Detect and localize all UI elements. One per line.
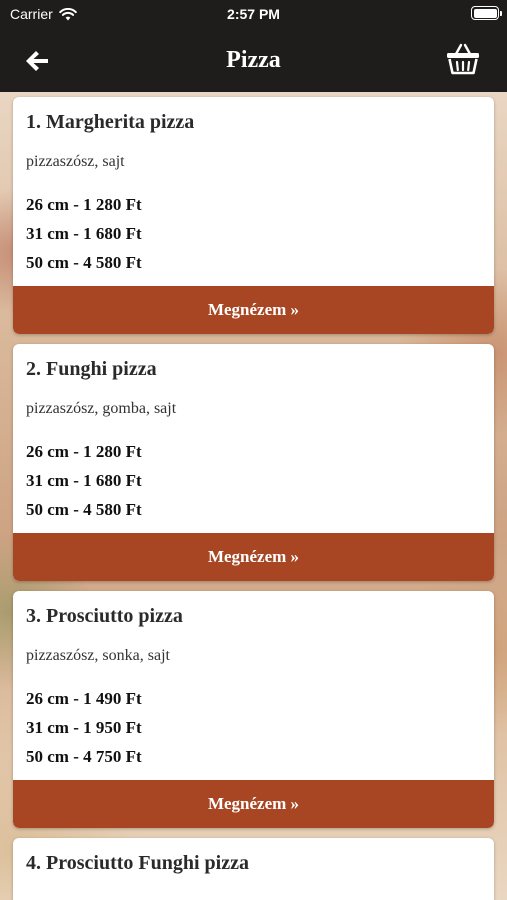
page-title: Pizza	[226, 47, 281, 73]
price-medium: 31 cm - 1 680 Ft	[26, 471, 142, 490]
price-large: 50 cm - 4 580 Ft	[26, 253, 142, 272]
price-large: 50 cm - 4 580 Ft	[26, 500, 142, 519]
pizza-card: 1. Margherita pizza pizzaszósz, sajt 26 …	[13, 97, 494, 334]
price-large: 50 cm - 4 750 Ft	[26, 747, 142, 766]
price-small: 26 cm - 1 280 Ft	[26, 195, 142, 214]
basket-icon	[447, 43, 479, 75]
pizza-title: 1. Margherita pizza	[26, 111, 195, 133]
price-small: 26 cm - 1 490 Ft	[26, 689, 142, 708]
pizza-ingredients: pizzaszósz, sajt	[26, 153, 125, 170]
pizza-title: 4. Prosciutto Funghi pizza	[26, 852, 249, 874]
pizza-card: 3. Prosciutto pizza pizzaszósz, sonka, s…	[13, 591, 494, 828]
pizza-ingredients: pizzaszósz, gomba, sajt	[26, 400, 177, 417]
pizza-card: 4. Prosciutto Funghi pizza	[13, 838, 494, 900]
status-bar: Carrier 2:57 PM	[0, 0, 507, 30]
menu-list[interactable]: 1. Margherita pizza pizzaszósz, sajt 26 …	[0, 92, 507, 900]
status-time: 2:57 PM	[227, 6, 280, 22]
pizza-title: 3. Prosciutto pizza	[26, 605, 183, 627]
view-button[interactable]: Megnézem »	[13, 533, 494, 581]
view-button[interactable]: Megnézem »	[13, 780, 494, 828]
pizza-ingredients: pizzaszósz, sonka, sajt	[26, 647, 170, 664]
pizza-card: 2. Funghi pizza pizzaszósz, gomba, sajt …	[13, 344, 494, 581]
cart-button[interactable]	[445, 42, 481, 76]
pizza-title: 2. Funghi pizza	[26, 358, 157, 380]
price-medium: 31 cm - 1 680 Ft	[26, 224, 142, 243]
navigation-bar: Pizza	[0, 30, 507, 92]
view-button[interactable]: Megnézem »	[13, 286, 494, 334]
price-small: 26 cm - 1 280 Ft	[26, 442, 142, 461]
battery-icon	[471, 6, 502, 20]
price-medium: 31 cm - 1 950 Ft	[26, 718, 142, 737]
